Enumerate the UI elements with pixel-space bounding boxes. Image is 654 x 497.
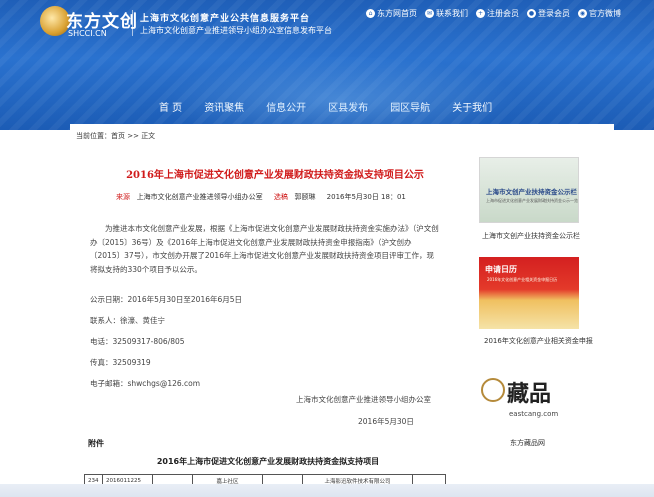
source-value: 上海市文化创意产业推进领导小组办公室: [136, 193, 263, 201]
publish-date: 2016年5月30日 18：01: [326, 193, 406, 201]
logo-domain: SHCCI.CN: [68, 29, 107, 38]
register-icon: +: [476, 9, 485, 18]
eastcang-url: eastcang.com: [509, 410, 559, 418]
breadcrumb: 当前位置：首页 >> 正文: [76, 131, 155, 141]
top-links: ⌂ 东方网首页 ✉ 联系我们 + 注册会员 ● 登录会员 ◉ 官方微博: [366, 8, 621, 19]
sidebar-caption[interactable]: 2016年文化创意产业相关资金申报: [484, 336, 593, 346]
site-logo[interactable]: 东方文创 SHCCI.CN: [40, 4, 137, 44]
bottom-background: [0, 484, 654, 497]
header-banner: 东方文创 SHCCI.CN 上海市文化创意产业公共信息服务平台 上海市文化创意产…: [0, 0, 654, 130]
toplink-label: 官方微博: [589, 9, 621, 18]
nav-item-home[interactable]: 首 页: [148, 97, 193, 116]
toplink-contact[interactable]: ✉ 联系我们: [425, 8, 468, 19]
contact-email: 电子邮箱：shwchgs@126.com: [90, 379, 201, 388]
toplink-label: 注册会员: [487, 9, 519, 18]
toplink-home[interactable]: ⌂ 东方网首页: [366, 8, 417, 19]
contact-phone: 电话：32509317-806/805: [90, 337, 185, 346]
contact-person: 联系人：徐濠、黄佳宁: [90, 316, 165, 325]
sidebar-banner-application-calendar[interactable]: 申请日历 2016年文化创意产业相关资金申报日历: [479, 257, 579, 329]
contact-icon: ✉: [425, 9, 434, 18]
toplink-label: 联系我们: [436, 9, 468, 18]
eastcang-brand: 藏品: [507, 381, 552, 407]
article-body: 为推进本市文化创意产业发展，根据《上海市促进文化创意产业发展财政扶持资金实施办法…: [90, 224, 439, 274]
sidebar-banner-fund-notice[interactable]: 上海市文创产业扶持资金公示栏 上海市促进文化创意产业发展财政扶持资金公示一览: [479, 157, 579, 223]
nav-item-parks[interactable]: 园区导航: [379, 97, 441, 116]
site-title: 上海市文化创意产业公共信息服务平台: [140, 14, 311, 24]
sidebar-caption[interactable]: 东方藏品网: [510, 438, 545, 448]
banner-title: 申请日历: [485, 265, 517, 274]
toplink-label: 登录会员: [538, 9, 570, 18]
eastcang-seal-icon: [481, 378, 505, 402]
article-title: 2016年上海市促进文化创意产业发展财政扶持资金拟支持项目公示: [126, 170, 424, 181]
sidebar-banner-eastcang[interactable]: 藏品 eastcang.com: [479, 372, 579, 432]
notice-period: 公示日期：2016年5月30日至2016年6月5日: [90, 295, 243, 304]
breadcrumb-home[interactable]: 首页: [111, 132, 125, 140]
logo-divider: [132, 10, 133, 36]
nav-item-disclosure[interactable]: 信息公开: [255, 97, 317, 116]
weibo-icon: ◉: [578, 9, 587, 18]
source-label: 来源: [116, 193, 130, 201]
toplink-login[interactable]: ● 登录会员: [527, 8, 570, 19]
breadcrumb-separator: >>: [125, 132, 142, 140]
author-value: 郭颐琳: [294, 193, 316, 201]
signature-org: 上海市文化创意产业推进领导小组办公室: [296, 395, 431, 404]
banner-subtitle: 2016年文化创意产业相关资金申报日历: [487, 277, 558, 282]
nav-item-district[interactable]: 区县发布: [317, 97, 379, 116]
article-meta: 来源 上海市文化创意产业推进领导小组办公室 选稿 郭颐琳 2016年5月30日 …: [116, 192, 406, 202]
banner-title: 上海市文创产业扶持资金公示栏: [486, 188, 577, 196]
home-icon: ⌂: [366, 9, 375, 18]
toplink-label: 东方网首页: [377, 9, 417, 18]
banner-subtitle: 上海市促进文化创意产业发展财政扶持资金公示一览: [486, 198, 578, 203]
contact-fax: 传真：32509319: [90, 358, 151, 367]
nav-item-news[interactable]: 资讯聚焦: [193, 97, 255, 116]
breadcrumb-prefix: 当前位置：: [76, 132, 111, 140]
attachment-title: 2016年上海市促进文化创意产业发展财政扶持资金拟支持项目: [156, 457, 380, 466]
toplink-weibo[interactable]: ◉ 官方微博: [578, 8, 621, 19]
author-label: 选稿: [273, 193, 288, 201]
sidebar-caption[interactable]: 上海市文创产业扶持资金公示栏: [482, 231, 580, 241]
toplink-register[interactable]: + 注册会员: [476, 8, 519, 19]
content-card: 当前位置：首页 >> 正文 2016年上海市促进文化创意产业发展财政扶持资金拟支…: [70, 124, 614, 497]
nav-item-about[interactable]: 关于我们: [441, 97, 503, 116]
site-subtitle: 上海市文化创意产业推进领导小组办公室信息发布平台: [140, 26, 332, 35]
breadcrumb-current: 正文: [141, 132, 156, 140]
main-nav: 首 页 资讯聚焦 信息公开 区县发布 园区导航 关于我们: [148, 97, 503, 116]
signature-date: 2016年5月30日: [358, 417, 414, 426]
attachment-label: 附件: [88, 439, 104, 448]
login-icon: ●: [527, 9, 536, 18]
